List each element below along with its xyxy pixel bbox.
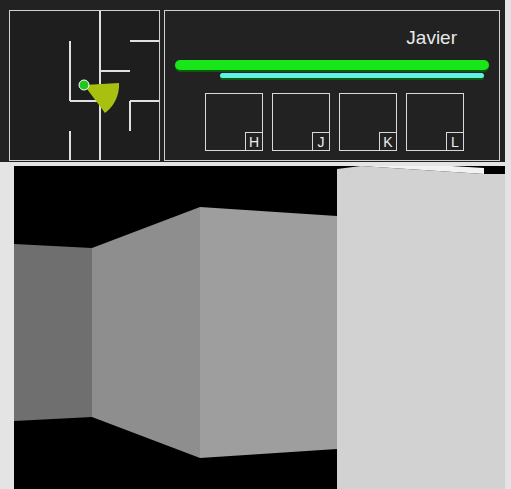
game-screen: Javier H J K L [0, 0, 511, 489]
energy-bar [220, 73, 484, 78]
maze-walls-icon [14, 166, 505, 489]
inventory: HJKL [205, 93, 489, 151]
inventory-slot[interactable]: L [406, 93, 464, 151]
maze-map-icon [10, 11, 159, 160]
inventory-slot[interactable]: H [205, 93, 263, 151]
hud: Javier H J K L [0, 0, 505, 162]
status-panel: Javier H J K L [164, 10, 500, 161]
player-name: Javier [406, 27, 457, 49]
key-label: H [245, 132, 263, 151]
key-label: J [312, 132, 330, 151]
key-label: L [446, 132, 464, 151]
inventory-slot[interactable]: K [339, 93, 397, 151]
key-label: K [379, 132, 397, 151]
maze-view [14, 166, 505, 489]
health-bar [175, 60, 489, 70]
minimap [9, 10, 160, 161]
inventory-slot[interactable]: J [272, 93, 330, 151]
